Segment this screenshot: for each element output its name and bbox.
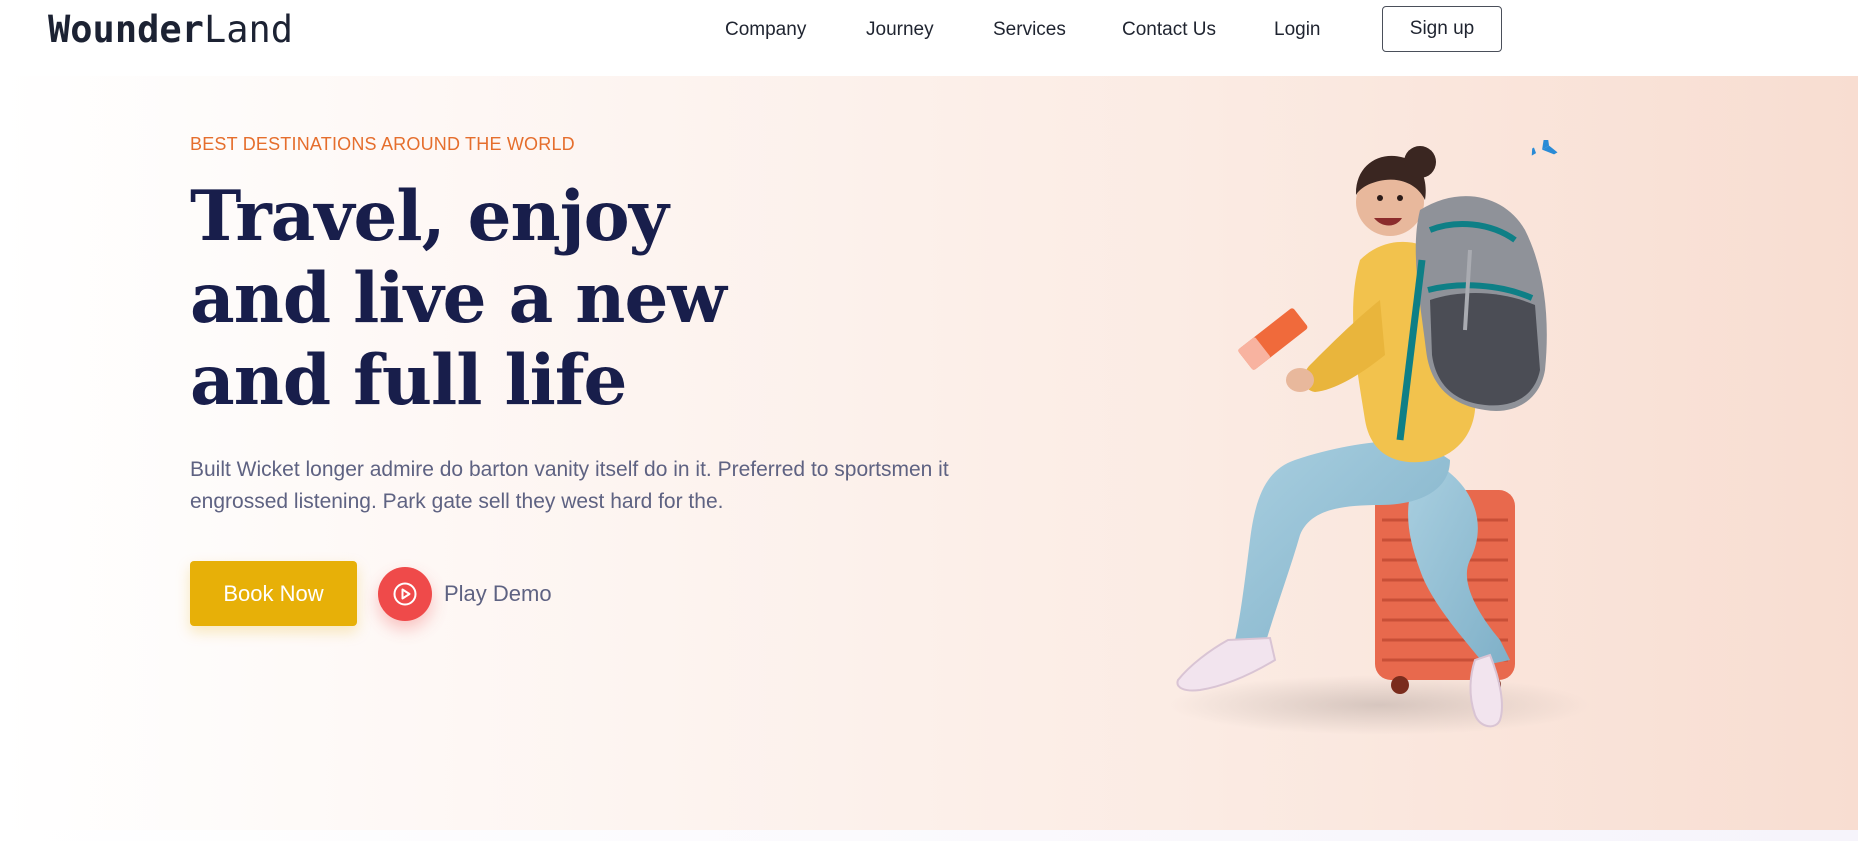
airplane-icon bbox=[1530, 140, 1569, 157]
hand bbox=[1286, 368, 1314, 392]
site-header: WounderLand Company Journey Services Con… bbox=[0, 0, 1858, 76]
play-demo-label: Play Demo bbox=[444, 581, 552, 606]
nav-journey[interactable]: Journey bbox=[866, 19, 934, 41]
nav-contact-us[interactable]: Contact Us bbox=[1122, 19, 1216, 41]
signup-button[interactable]: Sign up bbox=[1382, 6, 1502, 52]
section-divider bbox=[0, 830, 1858, 841]
passport bbox=[1238, 308, 1308, 370]
nav-company[interactable]: Company bbox=[725, 19, 806, 41]
headline-line-3: and full life bbox=[190, 340, 627, 421]
book-now-button[interactable]: Book Now bbox=[190, 561, 357, 626]
play-circle-icon[interactable] bbox=[378, 567, 432, 621]
ground-shadow bbox=[1170, 675, 1590, 735]
headline-line-1: Travel, enjoy bbox=[190, 176, 669, 257]
logo[interactable]: WounderLand bbox=[48, 8, 293, 51]
traveler-illustration bbox=[1170, 140, 1590, 735]
play-demo-button[interactable]: Play Demo bbox=[378, 566, 552, 622]
hero-eyebrow: BEST DESTINATIONS AROUND THE WORLD bbox=[190, 134, 575, 154]
headline-line-2: and live a new bbox=[190, 258, 727, 339]
hero-description: Built Wicket longer admire do barton van… bbox=[190, 458, 949, 513]
nav-login[interactable]: Login bbox=[1274, 19, 1321, 41]
hair-bun bbox=[1404, 146, 1436, 178]
logo-part-2: Land bbox=[203, 8, 294, 51]
nav-services[interactable]: Services bbox=[993, 19, 1066, 41]
logo-part-1: Wounder bbox=[48, 8, 204, 51]
hero-headline: Travel, enjoy and live a new and full li… bbox=[190, 176, 810, 422]
